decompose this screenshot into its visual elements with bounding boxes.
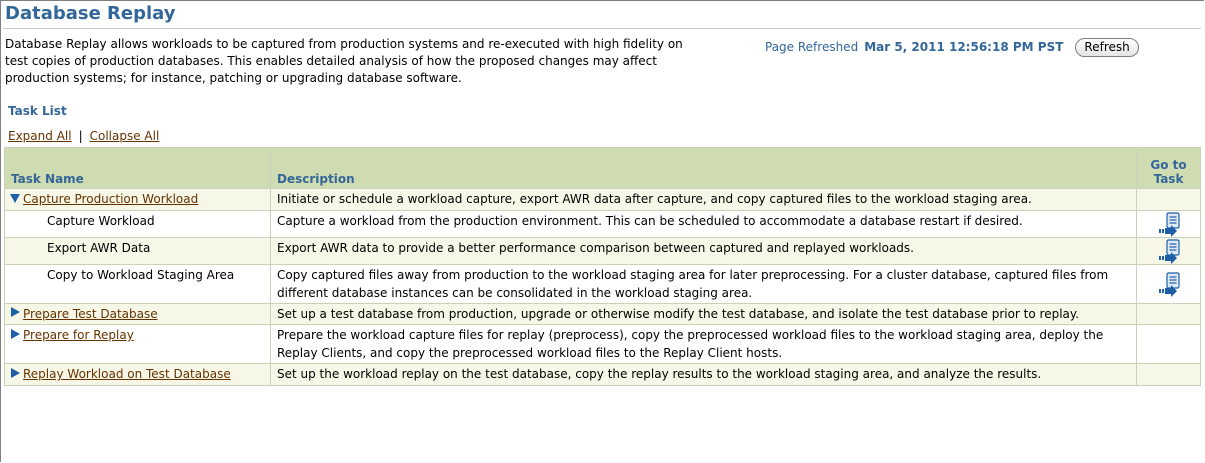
task-description-cell: Set up a test database from production, … [270,302,1137,325]
page-description: Database Replay allows workloads to be c… [5,37,683,85]
collapse-all-link[interactable]: Collapse All [90,129,160,143]
description-column-header: Description [270,147,1137,189]
go-to-task-cell [1136,302,1201,325]
subtask-name: Capture Workload [47,213,155,228]
task-description-cell: Prepare the workload capture files for r… [270,324,1137,364]
task-name-cell: Capture Workload [4,209,271,238]
page-refreshed-time: Mar 5, 2011 12:56:18 PM PST [864,40,1064,54]
go-to-task-cell [1136,188,1201,211]
task-name-cell: Export AWR Data [4,236,271,265]
task-name-cell: Prepare Test Database [4,302,271,325]
task-row: Prepare for Replay Prepare the workload c… [4,324,1201,364]
task-name-link[interactable]: Prepare for Replay [23,328,134,342]
task-name-column-header: Task Name [4,147,271,189]
task-description-cell: Capture a workload from the production e… [270,209,1137,238]
go-to-task-icon[interactable] [1156,238,1182,264]
page-refreshed-label: Page Refreshed [765,40,859,54]
expand-collapse-controls: Expand All | Collapse All [8,129,159,143]
task-name-cell: Replay Workload on Test Database [4,363,271,386]
task-table: Task Name Description Go to Task Capture… [4,147,1201,386]
task-name-cell: Copy to Workload Staging Area [4,263,271,304]
go-to-task-column-header: Go to Task [1136,147,1201,189]
task-table-header-row: Task Name Description Go to Task [4,147,1201,189]
triangle-right-icon[interactable] [9,366,21,384]
task-list-heading: Task List [8,104,67,118]
task-name-link[interactable]: Prepare Test Database [23,307,158,321]
triangle-right-icon[interactable] [9,327,21,345]
task-name-cell: Capture Production Workload [4,188,271,211]
task-table-body: Capture Production Workload Initiate or s… [4,188,1201,386]
task-description-cell: Export AWR data to provide a better perf… [270,236,1137,265]
go-to-task-cell [1136,363,1201,386]
expand-all-link[interactable]: Expand All [8,129,72,143]
title-divider [3,28,1201,29]
task-description-cell: Copy captured files away from production… [270,263,1137,304]
page-title: Database Replay [5,3,176,24]
subtask-name: Export AWR Data [47,240,151,255]
task-name-cell: Prepare for Replay [4,324,271,364]
task-description-cell: Set up the workload replay on the test d… [270,363,1137,386]
refresh-button[interactable]: Refresh [1075,37,1139,57]
triangle-down-icon[interactable] [9,191,21,209]
task-row: Replay Workload on Test Database Set up t… [4,363,1201,386]
task-row: Capture Workload Capture a workload from … [4,209,1201,238]
link-separator: | [78,129,83,143]
go-to-task-icon[interactable] [1156,271,1182,297]
go-to-task-icon[interactable] [1156,211,1182,237]
go-to-task-cell [1136,236,1201,265]
go-to-task-cell [1136,209,1201,238]
go-to-task-cell [1136,324,1201,364]
subtask-name: Copy to Workload Staging Area [47,267,235,282]
task-row: Prepare Test Database Set up a test datab… [4,302,1201,325]
task-name-link[interactable]: Replay Workload on Test Database [23,367,231,381]
go-to-task-cell [1136,263,1201,304]
triangle-right-icon[interactable] [9,305,21,323]
refresh-area: Page Refreshed Mar 5, 2011 12:56:18 PM P… [765,36,1139,58]
task-row: Export AWR Data Export AWR data to provid… [4,236,1201,265]
task-row: Copy to Workload Staging Area Copy captur… [4,263,1201,304]
task-row: Capture Production Workload Initiate or s… [4,188,1201,211]
task-description-cell: Initiate or schedule a workload capture,… [270,188,1137,211]
task-name-link[interactable]: Capture Production Workload [23,192,198,206]
